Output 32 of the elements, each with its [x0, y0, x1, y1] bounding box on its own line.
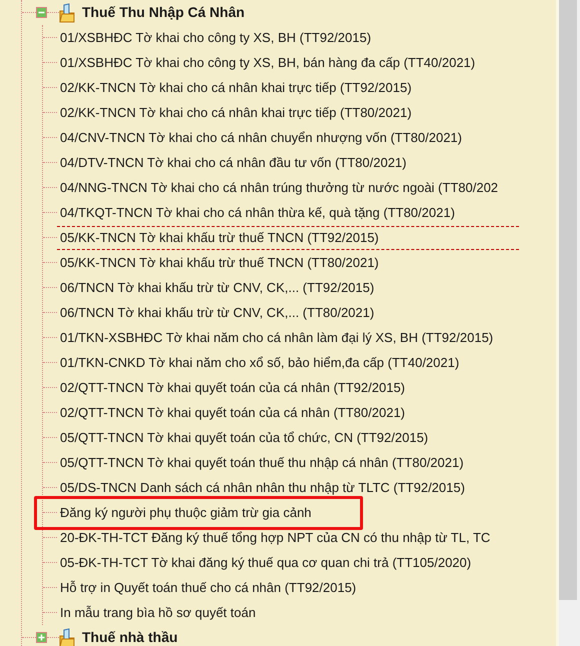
tree-item[interactable]: 02/QTT-TNCN Tờ khai quyết toán của cá nhân (TT80/2021) — [57, 400, 406, 424]
tree-item[interactable]: 04/TKQT-TNCN Tờ khai cho cá nhân thừa kế, quà tặng (TT80/2021) — [57, 200, 455, 224]
tree-item[interactable]: 04/DTV-TNCN Tờ khai cho cá nhân đầu tư vốn (TT80/2021) — [57, 150, 406, 174]
tree-item[interactable]: 05/KK-TNCN Tờ khai khấu trừ thuế TNCN (TT80/2021) — [57, 250, 379, 274]
tree-item[interactable]: 02/KK-TNCN Tờ khai cho cá nhân khai trực tiếp (TT80/2021) — [57, 100, 412, 124]
tree-item[interactable]: 04/CNV-TNCN Tờ khai cho cá nhân chuyển nhượng vốn (TT80/2021) — [57, 126, 462, 150]
tree-item[interactable]: 05/QTT-TNCN Tờ khai quyết toán của tổ chức, CN (TT92/2015) — [57, 426, 428, 450]
tree-item[interactable]: 01/TKN-CNKD Tờ khai năm cho xổ số, bảo hiểm,đa cấp (TT40/2021) — [57, 350, 460, 374]
scrollbar-thumb[interactable] — [559, 0, 577, 600]
folder-icon — [59, 2, 75, 22]
tree-item[interactable]: 05-ĐK-TH-TCT Tờ khai đăng ký thuế qua cơ quan chi trả (TT105/2020) — [57, 550, 472, 574]
scrollbar[interactable] — [556, 0, 580, 646]
tree-item[interactable]: 06/TNCN Tờ khai khấu trừ từ CNV, CK,... (TT92/2015) — [57, 276, 374, 300]
tree-item[interactable]: 05/DS-TNCN Danh sách cá nhân nhân thu nhập từ TLTC (TT92/2015) — [57, 476, 465, 500]
tree-item[interactable]: In mẫu trang bìa hồ sơ quyết toán — [57, 600, 256, 624]
tree-item[interactable]: 05/KK-TNCN Tờ khai khấu trừ thuế TNCN (TT92/2015) — [57, 226, 519, 250]
group-label[interactable]: Thuế nhà thầu — [82, 627, 178, 646]
tree-item[interactable]: 01/XSBHĐC Tờ khai cho công ty XS, BH (TT92/2015) — [57, 26, 372, 50]
tree-item[interactable]: 06/TNCN Tờ khai khấu trừ từ CNV, CK,... (TT80/2021) — [57, 300, 374, 324]
folder-icon — [59, 628, 75, 646]
expand-icon[interactable] — [36, 632, 47, 643]
tree-item[interactable]: 01/TKN-XSBHĐC Tờ khai năm cho cá nhân làm đại lý XS, BH (TT92/2015) — [57, 326, 494, 350]
group-label[interactable]: Thuế Thu Nhập Cá Nhân — [82, 2, 245, 23]
tree-item[interactable]: 04/NNG-TNCN Tờ khai cho cá nhân trúng thưởng từ nước ngoài (TT80/202 — [57, 176, 498, 200]
tree-item[interactable]: Hỗ trợ in Quyết toán thuế cho cá nhân (TT92/2015) — [57, 576, 356, 600]
tree-item[interactable]: 01/XSBHĐC Tờ khai cho công ty XS, BH, bán hàng đa cấp (TT40/2021) — [57, 50, 476, 74]
tree-item[interactable]: 02/QTT-TNCN Tờ khai quyết toán của cá nhân (TT92/2015) — [57, 376, 406, 400]
tree-item[interactable]: 05/QTT-TNCN Tờ khai quyết toán thuế thu nhập cá nhân (TT80/2021) — [57, 450, 464, 474]
tree-item[interactable]: Đăng ký người phụ thuộc giảm trừ gia cảnh — [57, 500, 312, 524]
tree-item[interactable]: 20-ĐK-TH-TCT Đăng ký thuế tổng hợp NPT của CN có thu nhập từ TL, TC — [57, 526, 490, 550]
collapse-icon[interactable] — [36, 7, 47, 18]
tree-item[interactable]: 02/KK-TNCN Tờ khai cho cá nhân khai trực tiếp (TT92/2015) — [57, 76, 412, 100]
